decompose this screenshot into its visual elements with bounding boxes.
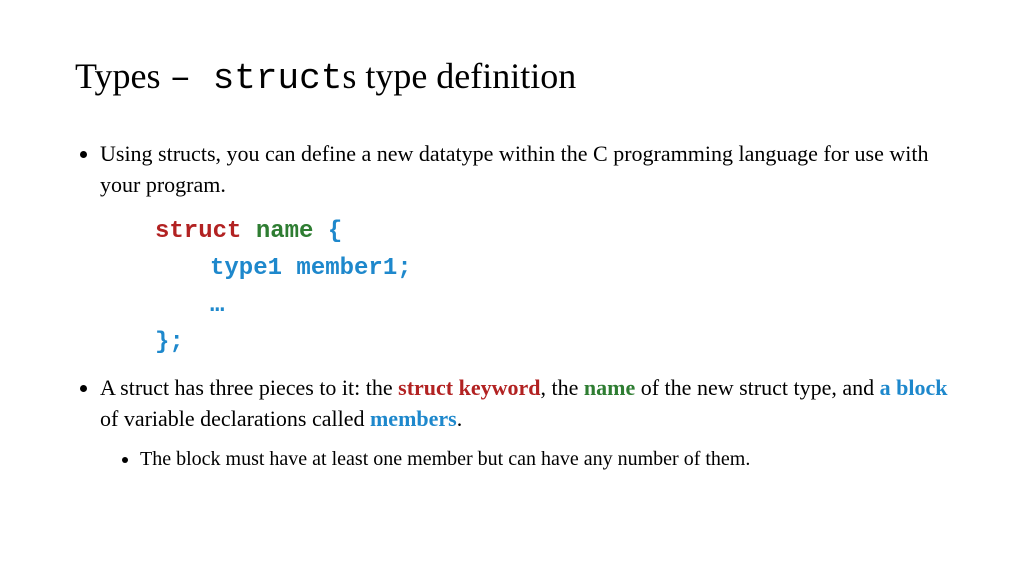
bullet1-text: Using structs, you can define a new data… <box>100 141 928 197</box>
bullet2-name: name <box>584 375 635 400</box>
bullet-item: Using structs, you can define a new data… <box>100 139 949 361</box>
bullet2-p2: , the <box>541 375 584 400</box>
title-dash: – <box>169 58 212 99</box>
code-open-brace: { <box>328 218 342 245</box>
bullet-item: A struct has three pieces to it: the str… <box>100 373 949 473</box>
code-line-1: struct name { <box>155 213 949 250</box>
code-name: name <box>256 218 314 245</box>
bullet2-p5: . <box>457 406 463 431</box>
title-part2: s type definition <box>342 56 576 96</box>
code-block: struct name { type1 member1; … }; <box>155 213 949 362</box>
bullet2-p3: of the new struct type, and <box>635 375 879 400</box>
bullet2-struct-keyword: struct keyword <box>398 375 540 400</box>
title-code: struct <box>213 58 343 99</box>
code-struct-keyword: struct <box>155 218 241 245</box>
bullet2-a-block: a block <box>880 375 948 400</box>
sub-bullet-list: The block must have at least one member … <box>100 445 949 473</box>
slide-body: Using structs, you can define a new data… <box>75 139 949 473</box>
bullet2-p1: A struct has three pieces to it: the <box>100 375 398 400</box>
code-line-4: }; <box>155 324 949 361</box>
bullet-list: Using structs, you can define a new data… <box>75 139 949 473</box>
code-line-2: type1 member1; <box>155 250 949 287</box>
code-line-3: … <box>155 287 949 324</box>
slide-title: Types – structs type definition <box>75 55 949 99</box>
bullet2-p4: of variable declarations called <box>100 406 370 431</box>
title-part1: Types <box>75 56 169 96</box>
bullet2-members: members <box>370 406 457 431</box>
sub-bullet-item: The block must have at least one member … <box>140 445 949 473</box>
